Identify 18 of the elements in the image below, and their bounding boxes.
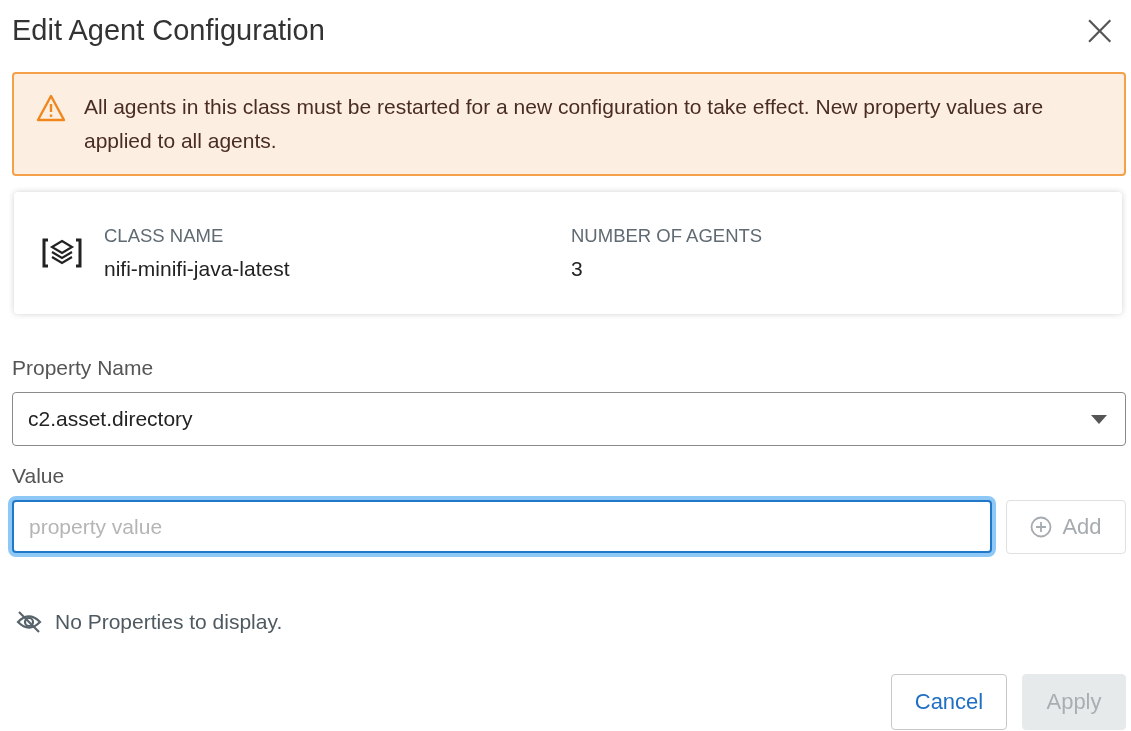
- summary-value: nifi-minifi-java-latest: [104, 257, 291, 281]
- hidden-eye-icon: [15, 610, 43, 634]
- warning-icon: [36, 94, 66, 122]
- dialog-title: Edit Agent Configuration: [12, 13, 325, 47]
- close-button[interactable]: ×: [1073, 8, 1126, 52]
- summary-label: NUMBER OF AGENTS: [571, 225, 763, 247]
- alert-message: All agents in this class must be restarted for a new configuration to take effect. New property values are applied to all agents.: [84, 94, 1045, 154]
- summary-label: CLASS NAME: [104, 225, 225, 247]
- value-input[interactable]: property value: [12, 500, 992, 553]
- dialog-button[interactable]: Cancel: [891, 674, 1007, 730]
- property-select[interactable]: c2.asset.directory: [12, 392, 1126, 446]
- dropdown-caret-icon: [1091, 414, 1107, 424]
- empty-message: No Properties to display.: [55, 610, 283, 634]
- layers-icon: [42, 237, 82, 269]
- field-label: Property Name: [12, 356, 155, 380]
- summary-value: 3: [571, 257, 584, 281]
- plus-circle-icon: [1030, 516, 1053, 538]
- field-label: Value: [12, 464, 66, 488]
